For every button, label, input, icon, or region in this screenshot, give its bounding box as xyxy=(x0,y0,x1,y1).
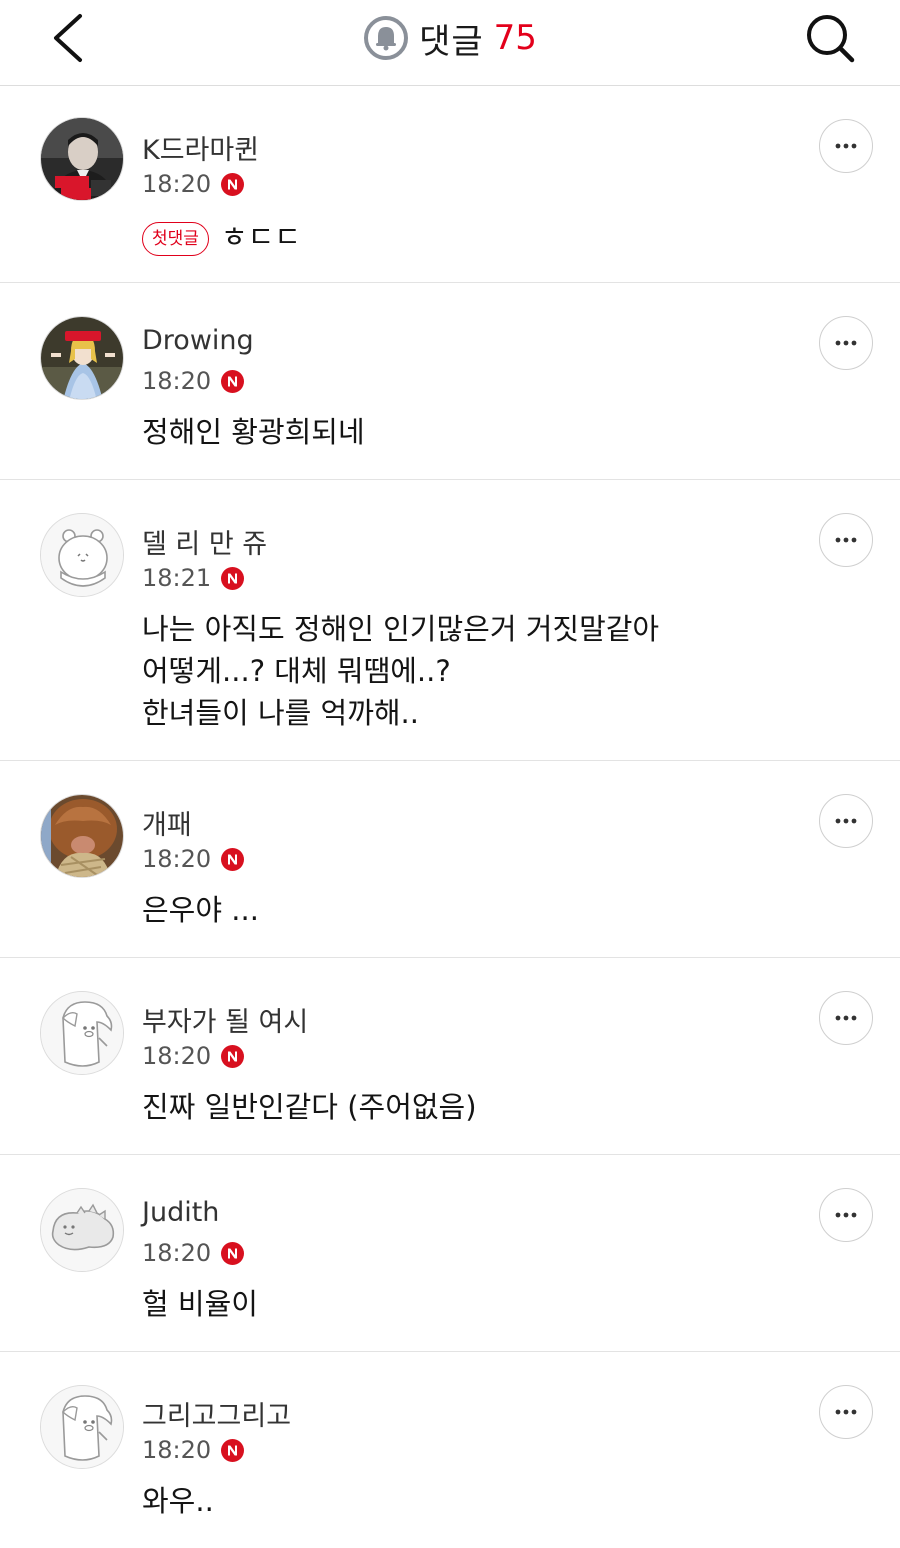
avatar[interactable] xyxy=(40,1385,124,1469)
comment-text: 진짜 일반인같다 (주어없음) xyxy=(142,1090,477,1124)
more-dots-icon xyxy=(835,340,857,346)
more-options-button[interactable] xyxy=(819,513,873,567)
illustrated-girl-avatar xyxy=(41,317,123,399)
comment-text: 은우야 ... xyxy=(142,893,259,927)
comment-item: 델 리 만 쥬 18:21 나는 아직도 정해인 인기많은거 거짓말같아 어떻게… xyxy=(0,480,900,761)
bell-icon[interactable] xyxy=(363,15,409,61)
comment-meta: 18:20 xyxy=(142,367,245,395)
page-title: 댓글 75 xyxy=(0,14,900,62)
more-dots-icon xyxy=(835,818,857,824)
comment-item: 개패 18:20 은우야 ... xyxy=(0,761,900,958)
comment-line: 한녀들이 나를 억까해.. xyxy=(142,696,419,730)
timestamp: 18:20 xyxy=(142,1436,212,1464)
timestamp: 18:20 xyxy=(142,1239,212,1267)
comment-line: 어떻게...? 대체 뭐땜에..? xyxy=(142,654,451,688)
comment-body: 첫댓글 ㅎㄷㄷ xyxy=(142,216,301,258)
avatar[interactable] xyxy=(40,316,124,400)
n-badge-icon xyxy=(221,847,245,871)
default-lizard-avatar xyxy=(41,1189,123,1271)
n-badge-icon xyxy=(221,1241,245,1265)
more-dots-icon xyxy=(835,1409,857,1415)
more-options-button[interactable] xyxy=(819,794,873,848)
timestamp: 18:20 xyxy=(142,845,212,873)
more-options-button[interactable] xyxy=(819,1188,873,1242)
timestamp: 18:21 xyxy=(142,564,212,592)
timestamp: 18:20 xyxy=(142,367,212,395)
avatar[interactable] xyxy=(40,991,124,1075)
more-options-button[interactable] xyxy=(819,1385,873,1439)
avatar[interactable] xyxy=(40,117,124,201)
comment-meta: 18:20 xyxy=(142,1436,245,1464)
n-badge-icon xyxy=(221,1438,245,1462)
search-button[interactable] xyxy=(800,10,860,66)
n-badge-icon xyxy=(221,1044,245,1068)
comment-item: K드라마퀸 18:20 첫댓글 ㅎㄷㄷ xyxy=(0,86,900,283)
more-options-button[interactable] xyxy=(819,316,873,370)
title-label: 댓글 xyxy=(419,21,484,62)
more-dots-icon xyxy=(835,143,857,149)
comment-text: 헐 비율이 xyxy=(142,1287,258,1321)
highland-cow-avatar xyxy=(41,795,123,877)
default-fox-avatar xyxy=(41,1386,123,1468)
n-badge-icon xyxy=(221,566,245,590)
comment-line: 나는 아직도 정해인 인기많은거 거짓말같아 xyxy=(142,612,660,646)
comment-item: Drowing 18:20 정해인 황광희되네 xyxy=(0,283,900,480)
comment-count: 75 xyxy=(493,18,537,58)
profile-photo-avatar xyxy=(41,118,123,200)
comment-meta: 18:20 xyxy=(142,1239,245,1267)
username[interactable]: 개패 xyxy=(142,803,192,842)
avatar[interactable] xyxy=(40,513,124,597)
more-options-button[interactable] xyxy=(819,991,873,1045)
more-dots-icon xyxy=(835,1015,857,1021)
username[interactable]: 부자가 될 여시 xyxy=(142,1000,308,1039)
comment-meta: 18:20 xyxy=(142,170,245,198)
comment-text: 나는 아직도 정해인 인기많은거 거짓말같아 어떻게...? 대체 뭐땜에..?… xyxy=(142,608,659,734)
comment-item: 그리고그리고 18:20 와우.. xyxy=(0,1352,900,1548)
default-hamster-avatar xyxy=(41,514,123,596)
username[interactable]: Judith xyxy=(142,1197,219,1228)
comment-text: ㅎㄷㄷ xyxy=(220,220,301,254)
username[interactable]: K드라마퀸 xyxy=(142,128,259,167)
more-dots-icon xyxy=(835,1212,857,1218)
username[interactable]: 그리고그리고 xyxy=(142,1394,291,1433)
comment-meta: 18:21 xyxy=(142,564,245,592)
timestamp: 18:20 xyxy=(142,1042,212,1070)
avatar[interactable] xyxy=(40,794,124,878)
n-badge-icon xyxy=(221,369,245,393)
more-dots-icon xyxy=(835,537,857,543)
timestamp: 18:20 xyxy=(142,170,212,198)
comment-meta: 18:20 xyxy=(142,845,245,873)
n-badge-icon xyxy=(221,172,245,196)
default-fox-avatar xyxy=(41,992,123,1074)
first-comment-badge: 첫댓글 xyxy=(142,222,209,256)
username[interactable]: Drowing xyxy=(142,325,254,356)
more-options-button[interactable] xyxy=(819,119,873,173)
comment-item: Judith 18:20 헐 비율이 xyxy=(0,1155,900,1352)
comment-meta: 18:20 xyxy=(142,1042,245,1070)
comment-text: 정해인 황광희되네 xyxy=(142,415,365,449)
comment-text: 와우.. xyxy=(142,1484,214,1518)
comment-item: 부자가 될 여시 18:20 진짜 일반인같다 (주어없음) xyxy=(0,958,900,1155)
username[interactable]: 델 리 만 쥬 xyxy=(142,522,267,561)
avatar[interactable] xyxy=(40,1188,124,1272)
top-bar: 댓글 75 xyxy=(0,0,900,86)
search-icon xyxy=(807,15,855,63)
